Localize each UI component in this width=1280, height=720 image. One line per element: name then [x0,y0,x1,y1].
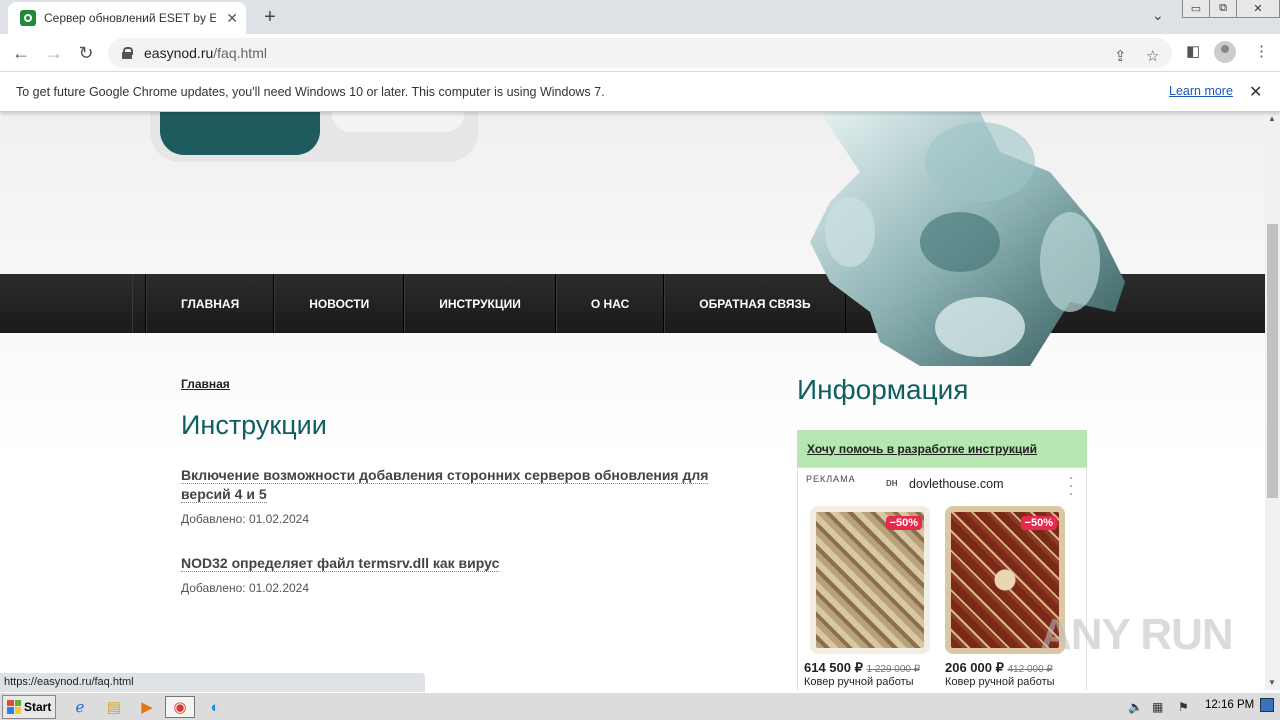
address-bar[interactable]: easynod.ru/faq.html ⇪ ☆ [108,38,1172,68]
discount-badge: −50% [1020,516,1057,530]
article-date: Добавлено: 01.02.2024 [181,512,310,526]
help-link[interactable]: Хочу помочь в разработке инструкций [807,442,1037,456]
minimize-button[interactable]: ▭ [1182,0,1210,18]
forward-arrow-icon[interactable]: → [43,42,65,64]
web-page: ГЛАВНАЯ НОВОСТИ ИНСТРУКЦИИ О НАС ОБРАТНА… [0,112,1265,690]
browser-tab[interactable]: Сервер обновлений ESET by EasyNod ✕ [8,2,246,34]
product-price: 206 000 ₽ 412 000 ₽ [945,660,1053,676]
article-link[interactable]: NOD32 определяет файл termsrv.dll как ви… [181,555,500,572]
nav-instructions[interactable]: ИНСТРУКЦИИ [404,274,556,333]
price-current: 206 000 ₽ [945,660,1004,675]
breadcrumb-home[interactable]: Главная [181,377,230,391]
close-window-button[interactable]: ✕ [1236,0,1280,18]
robot-mascot-image [810,112,1125,366]
windows-logo-icon [7,699,21,714]
page-title: Инструкции [181,410,327,440]
file-explorer-icon[interactable]: ▤ [103,696,125,718]
advertiser-logo: DH [886,479,898,488]
chrome-taskbar-icon[interactable]: ◉ [165,696,195,718]
status-url-bubble: https://easynod.ru/faq.html [0,673,425,692]
price-old: 1 229 000 ₽ [866,664,921,675]
volume-icon[interactable]: 🔈 [1128,700,1143,714]
restore-button[interactable]: ⧉ [1209,0,1237,18]
media-player-icon[interactable]: ▶ [136,696,158,718]
learn-more-link[interactable]: Learn more [1169,84,1233,98]
url-domain: easynod.ru [144,45,214,61]
site-favicon-icon [20,10,36,26]
lock-icon[interactable] [122,47,133,59]
action-center-flag-icon[interactable]: ⚑ [1178,700,1189,714]
new-tab-button[interactable]: + [260,6,280,29]
help-box: Хочу помочь в разработке инструкций [797,430,1087,467]
discount-badge: −50% [885,516,922,530]
browser-toolbar: ← → ↻ easynod.ru/faq.html ⇪ ☆ [0,34,1280,72]
edge-icon[interactable]: ◐ [204,696,226,718]
ad-label: РЕКЛАМА [806,474,856,484]
start-button[interactable]: Start [2,694,56,719]
nav-home[interactable]: ГЛАВНАЯ [146,274,275,333]
ad-domain[interactable]: dovlethouse.com [909,477,1004,491]
url-path: /faq.html [213,45,267,61]
product-name[interactable]: Ковер ручной работы [945,676,1055,688]
eset-logo[interactable] [150,112,478,162]
article-item: NOD32 определяет файл termsrv.dll как ви… [181,554,741,595]
infobar-close-icon[interactable]: ✕ [1249,82,1262,102]
nav-about[interactable]: О НАС [555,274,665,333]
ad-options-icon[interactable]: · · · [1068,470,1074,501]
price-current: 614 500 ₽ [804,660,863,675]
menu-kebab-icon[interactable]: ⋮ [1254,42,1269,60]
show-desktop-icon[interactable] [1260,698,1274,712]
tab-title: Сервер обновлений ESET by EasyNod [44,11,216,25]
chrome-update-infobar: To get future Google Chrome updates, you… [0,72,1280,112]
share-icon[interactable]: ⇪ [1114,47,1127,65]
price-old: 412 000 ₽ [1007,664,1053,675]
side-panel-icon[interactable]: ◧ [1186,42,1200,60]
window-controls: ▭ ⧉ ✕ [1182,0,1280,20]
product-price: 614 500 ₽ 1 229 000 ₽ [804,660,920,676]
vertical-scrollbar[interactable]: ▲ ▼ [1265,112,1280,690]
nav-news[interactable]: НОВОСТИ [274,274,405,333]
start-label: Start [24,699,52,714]
infobar-message: To get future Google Chrome updates, you… [16,84,605,99]
tab-strip: Сервер обновлений ESET by EasyNod ✕ + ⌄ … [0,0,1280,34]
clock[interactable]: 12:16 PM [1205,699,1254,711]
article-item: Включение возможности добавления сторонн… [181,466,741,526]
article-date: Добавлено: 01.02.2024 [181,581,310,595]
article-link[interactable]: Включение возможности добавления сторонн… [181,467,709,503]
reload-icon[interactable]: ↻ [75,42,97,64]
network-icon[interactable]: ▦ [1152,700,1163,714]
profile-avatar-icon[interactable] [1214,41,1236,63]
scroll-up-icon[interactable]: ▲ [1268,114,1276,123]
anyrun-watermark: ANY RUN [1040,610,1234,659]
internet-explorer-icon[interactable]: ℯ [69,696,91,718]
close-tab-icon[interactable]: ✕ [226,10,238,27]
product-image[interactable]: −50% [810,506,930,654]
scroll-thumb[interactable] [1267,224,1278,498]
product-name[interactable]: Ковер ручной работы [804,676,914,688]
tab-search-chevron-icon[interactable]: ⌄ [1152,7,1164,24]
sidebar-title: Информация [797,374,969,405]
scroll-down-icon[interactable]: ▼ [1268,678,1276,687]
bookmark-star-icon[interactable]: ☆ [1146,47,1159,65]
back-arrow-icon[interactable]: ← [10,42,32,64]
